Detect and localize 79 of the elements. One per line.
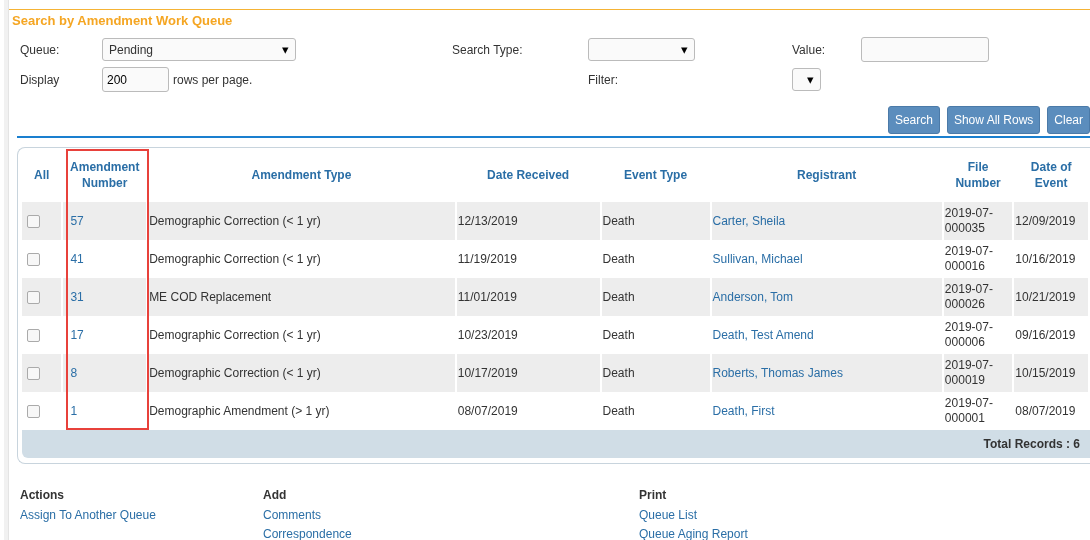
- table-cell: 2019-07-000019: [944, 358, 993, 387]
- table-cell: Demographic Correction (< 1 yr): [149, 214, 321, 228]
- table-cell: 2019-07-000001: [944, 396, 993, 425]
- table-cell: Death: [602, 366, 635, 380]
- table-cell: Demographic Correction (< 1 yr): [149, 328, 321, 342]
- value-field[interactable]: [861, 37, 989, 62]
- queue-dropdown[interactable]: Pending ▾: [102, 38, 296, 61]
- row-checkbox[interactable]: [27, 405, 40, 419]
- column-header[interactable]: Date Received: [456, 148, 600, 202]
- column-header[interactable]: Event Type: [601, 148, 710, 202]
- amendment-number-link[interactable]: 57: [70, 214, 84, 228]
- table-cell: 10/23/2019: [457, 328, 518, 342]
- table-cell: 2019-07-000016: [944, 244, 993, 273]
- table-cell: Death: [602, 252, 635, 266]
- table-cell: Demographic Amendment (> 1 yr): [149, 404, 330, 418]
- table-cell: 12/09/2019: [1015, 214, 1076, 228]
- search-type-dropdown[interactable]: ▾: [588, 38, 695, 61]
- amendment-number-link[interactable]: 31: [70, 290, 84, 304]
- total-records: Total Records : 6: [983, 437, 1080, 451]
- table-cell: 10/15/2019: [1015, 366, 1076, 380]
- menu-link[interactable]: Queue List: [639, 508, 698, 522]
- table-cell: 11/01/2019: [457, 290, 517, 304]
- column-header[interactable]: Amendment Number: [63, 148, 147, 202]
- row-checkbox[interactable]: [27, 367, 40, 381]
- table-cell: 09/16/2019: [1015, 328, 1076, 342]
- column-header[interactable]: Registrant: [711, 148, 942, 202]
- search-type-label: Search Type:: [452, 42, 524, 57]
- menu-link[interactable]: Comments: [263, 508, 321, 522]
- row-checkbox[interactable]: [27, 215, 40, 229]
- table-cell: Death: [602, 214, 635, 228]
- rows-per-page-field[interactable]: 200: [102, 67, 169, 92]
- filter-dropdown[interactable]: ▾: [792, 68, 821, 91]
- rows-per-page-label: rows per page.: [173, 72, 253, 87]
- page-title: Search by Amendment Work Queue: [9, 9, 1090, 28]
- table-cell: Demographic Correction (< 1 yr): [149, 252, 321, 266]
- action-button[interactable]: Clear: [1047, 106, 1090, 134]
- section-heading: Actions: [20, 487, 65, 504]
- row-checkbox[interactable]: [27, 291, 40, 305]
- amendment-number-link[interactable]: 8: [70, 366, 78, 380]
- table-cell: ME COD Replacement: [149, 290, 272, 304]
- registrant-link[interactable]: Carter, Sheila: [712, 214, 786, 228]
- table-cell: 2019-07-000035: [944, 206, 993, 235]
- section-heading: Add: [263, 487, 288, 504]
- queue-label: Queue:: [20, 42, 61, 57]
- section-heading: Print: [639, 487, 668, 504]
- select-all-header[interactable]: All: [22, 148, 62, 202]
- table-cell: Demographic Correction (< 1 yr): [149, 366, 321, 380]
- action-button[interactable]: Search: [887, 106, 940, 134]
- action-button[interactable]: Show All Rows: [946, 106, 1041, 134]
- table-cell: 2019-07-000006: [944, 320, 993, 349]
- table-cell: 11/19/2019: [457, 252, 517, 266]
- menu-link[interactable]: Correspondence: [263, 527, 352, 540]
- amendment-number-link[interactable]: 17: [70, 328, 84, 342]
- table-cell: 10/16/2019: [1015, 252, 1076, 266]
- row-checkbox[interactable]: [27, 253, 40, 267]
- registrant-link[interactable]: Sullivan, Michael: [712, 252, 803, 266]
- table-cell: Death: [602, 404, 635, 418]
- table-cell: 08/07/2019: [1015, 404, 1076, 418]
- column-header[interactable]: File Number: [943, 148, 1013, 202]
- registrant-link[interactable]: Anderson, Tom: [712, 290, 794, 304]
- table-cell: Death: [602, 290, 635, 304]
- menu-link[interactable]: Assign To Another Queue: [20, 508, 156, 522]
- table-cell: 12/13/2019: [457, 214, 518, 228]
- registrant-link[interactable]: Death, First: [712, 404, 775, 418]
- column-header[interactable]: Amendment Type: [148, 148, 455, 202]
- table-cell: 2019-07-000026: [944, 282, 993, 311]
- display-label: Display: [20, 72, 61, 87]
- amendment-number-link[interactable]: 41: [70, 252, 84, 266]
- column-header[interactable]: Date of Event: [1014, 148, 1088, 202]
- amendment-number-link[interactable]: 1: [70, 404, 78, 418]
- row-checkbox[interactable]: [27, 329, 40, 343]
- table-cell: Death: [602, 328, 635, 342]
- filter-label: Filter:: [588, 72, 619, 87]
- table-cell: 10/17/2019: [457, 366, 518, 380]
- table-cell: 10/21/2019: [1015, 290, 1076, 304]
- table-cell: 08/07/2019: [457, 404, 518, 418]
- registrant-link[interactable]: Death, Test Amend: [712, 328, 814, 342]
- menu-link[interactable]: Queue Aging Report: [639, 527, 748, 540]
- value-label: Value:: [792, 42, 827, 57]
